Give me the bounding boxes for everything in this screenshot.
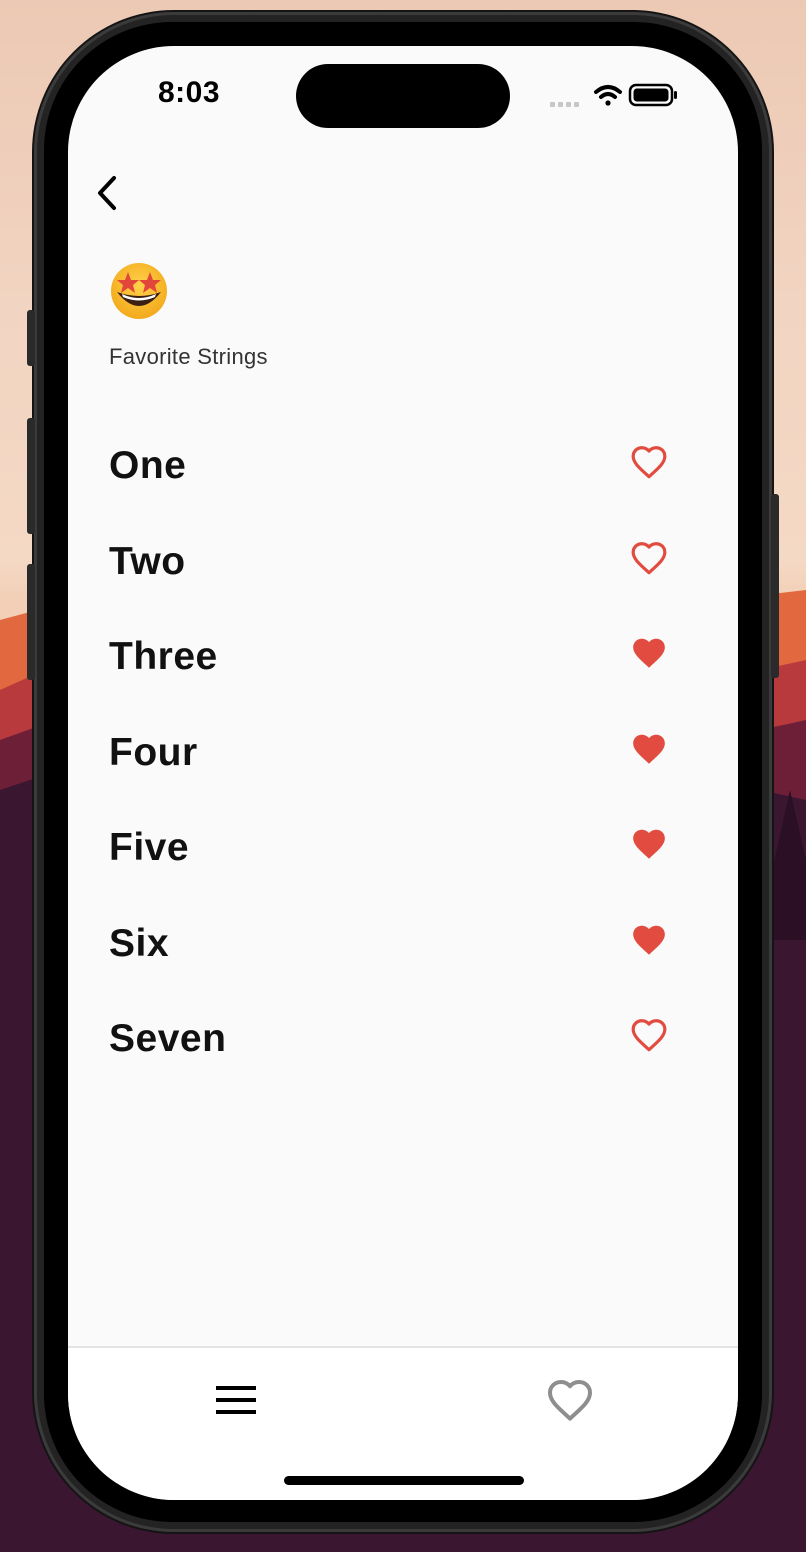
item-label: Six [109,921,170,965]
heart-filled-icon [633,638,665,668]
heart-filled-icon [633,734,665,764]
item-label: Five [109,826,190,869]
chevron-left-icon [98,176,116,210]
favorite-toggle[interactable] [630,540,668,576]
star-struck-emoji-icon [111,263,167,319]
item-label: Four [109,730,198,774]
app-screen: 8:03 Favorite Strings One Two Three Four… [68,46,738,1500]
wifi-icon [594,85,622,106]
list-item[interactable]: Two [68,512,738,608]
favorite-toggle[interactable] [630,826,668,862]
back-button[interactable] [88,170,124,216]
item-label: Two [109,539,186,583]
favorite-toggle[interactable] [630,731,668,767]
page-subtitle: Favorite Strings [109,344,268,369]
battery-icon [628,83,677,107]
list-item[interactable]: Six [68,894,738,990]
action-button [27,310,35,366]
volume-down-button [27,564,35,680]
heart-outline-icon [548,1380,592,1421]
dynamic-island [296,64,510,128]
menu-nav-button[interactable] [214,1382,258,1418]
heart-outline-icon [631,1019,667,1052]
list-item[interactable]: One [68,416,738,512]
favorite-toggle[interactable] [630,922,668,958]
volume-up-button [27,418,35,534]
list-item[interactable]: Five [68,798,738,894]
cellular-signal-icon [550,102,579,107]
favorite-toggle[interactable] [630,1017,668,1053]
list-item[interactable]: Four [68,703,738,799]
home-indicator [284,1476,524,1485]
heart-outline-icon [631,541,667,574]
list-item[interactable]: Three [68,607,738,703]
heart-filled-icon [633,829,665,859]
list-item[interactable]: Seven [68,989,738,1085]
item-label: Seven [109,1017,227,1060]
string-list: One Two Three Four Five Six Seven [68,416,738,1085]
heart-outline-icon [631,446,667,479]
favorite-toggle[interactable] [630,444,668,480]
item-label: One [109,444,187,487]
status-icons [550,83,677,107]
menu-icon [216,1386,256,1414]
power-button [771,494,779,678]
favorite-toggle[interactable] [630,635,668,671]
bottom-navigation-bar [68,1346,738,1500]
favorites-nav-button[interactable] [546,1378,594,1422]
heart-filled-icon [633,925,665,955]
status-time: 8:03 [158,76,221,109]
item-label: Three [109,635,218,678]
